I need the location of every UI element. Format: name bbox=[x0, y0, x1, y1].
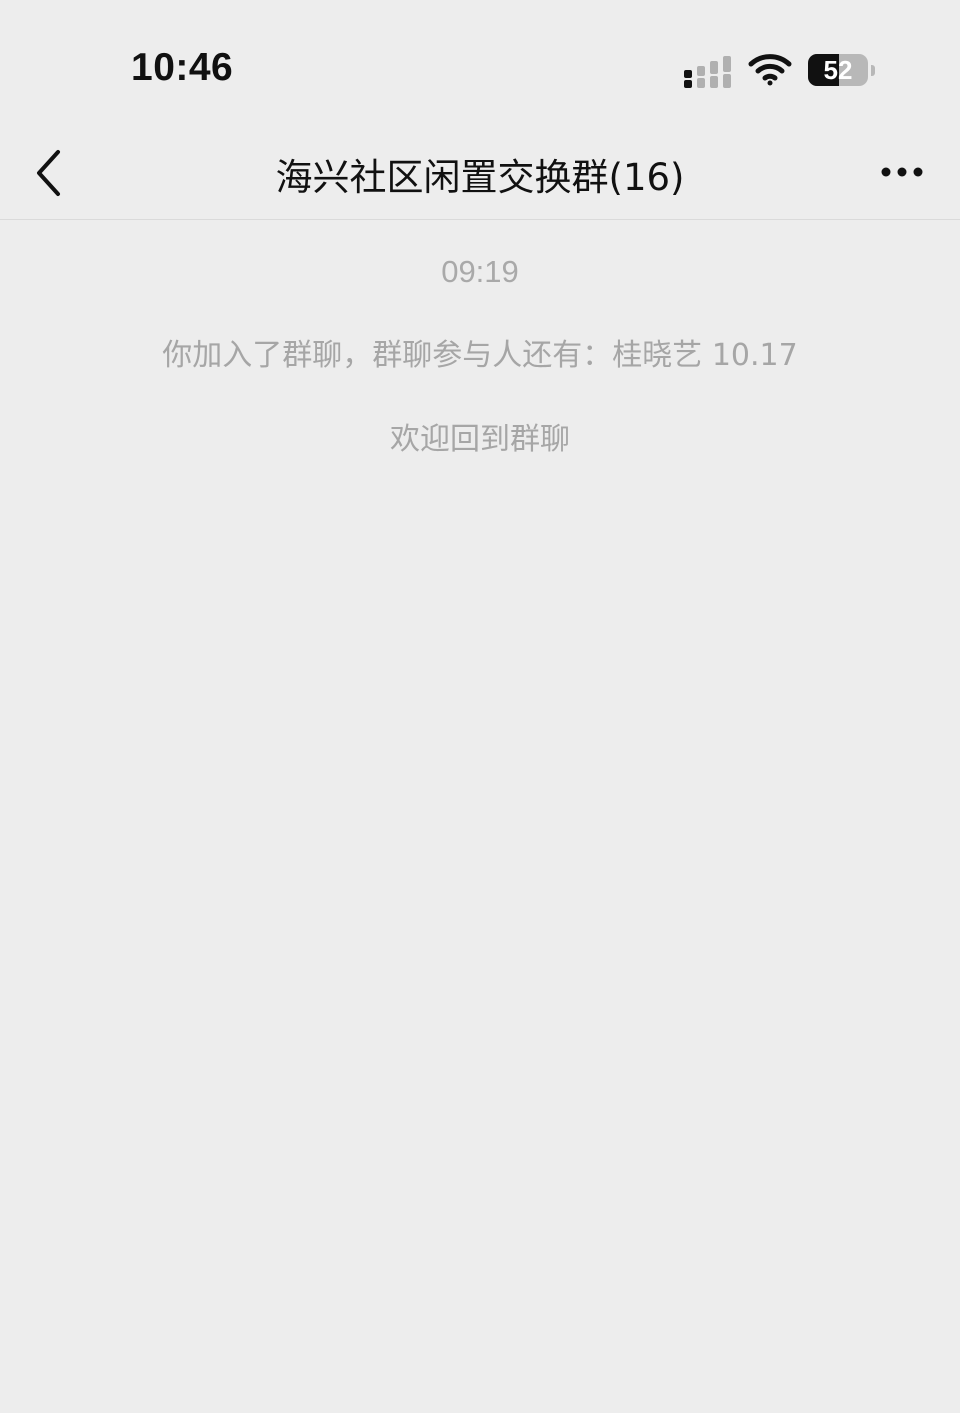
system-message-welcome: 欢迎回到群聊 bbox=[390, 422, 570, 457]
chat-message-area[interactable]: 09:19 你加入了群聊，群聊参与人还有：桂晓艺 10.17 欢迎回到群聊 bbox=[0, 220, 960, 1413]
wifi-icon bbox=[748, 54, 792, 86]
nav-bar: 海兴社区闲置交换群(16) bbox=[0, 120, 960, 220]
system-message-joined: 你加入了群聊，群聊参与人还有：桂晓艺 10.17 bbox=[162, 338, 798, 373]
battery-cap bbox=[871, 65, 875, 76]
more-options-button[interactable] bbox=[872, 152, 932, 192]
back-button[interactable] bbox=[22, 142, 76, 200]
battery-level: 52 bbox=[823, 55, 853, 85]
battery-indicator: 52 bbox=[808, 54, 878, 88]
status-time: 10:46 bbox=[131, 46, 234, 89]
battery-body: 52 bbox=[808, 54, 868, 86]
status-bar: 10:46 52 bbox=[0, 0, 960, 120]
cellular-signal-icon bbox=[684, 56, 731, 88]
chat-screen: 10:46 52 海兴社区闲置交换群(16) 09:19 你加入了群聊，群聊参与… bbox=[0, 0, 960, 1413]
message-timestamp: 09:19 bbox=[441, 254, 519, 289]
chevron-left-icon bbox=[37, 150, 60, 196]
chat-title: 海兴社区闲置交换群(16) bbox=[275, 156, 685, 199]
ellipsis-icon bbox=[881, 167, 923, 177]
